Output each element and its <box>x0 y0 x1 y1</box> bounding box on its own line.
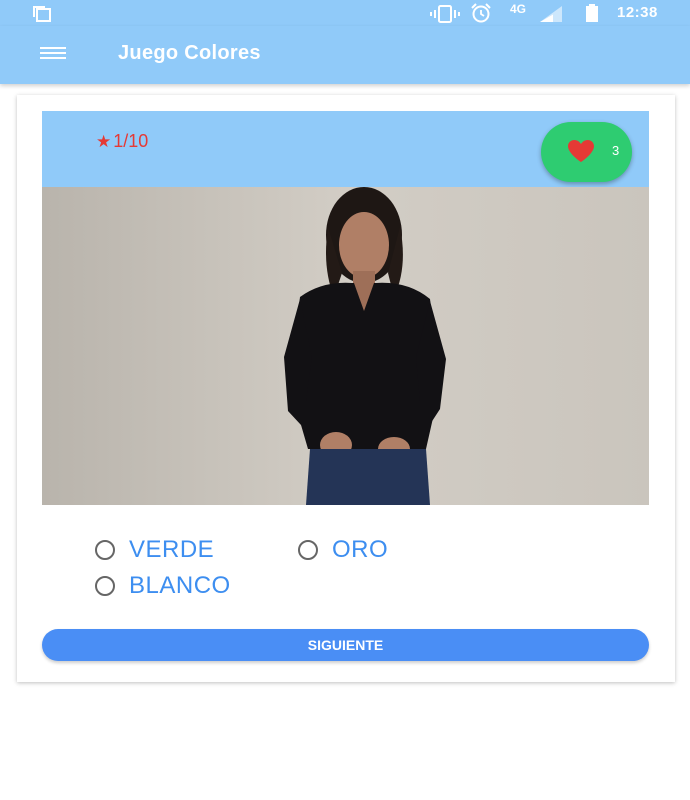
radio-button[interactable] <box>298 540 318 560</box>
vibrate-icon <box>430 5 460 23</box>
clock: 12:38 <box>617 4 658 21</box>
lives-button[interactable]: 3 <box>541 122 632 182</box>
star-icon: ★ <box>96 131 112 151</box>
copy-icon <box>33 6 51 22</box>
option-oro[interactable]: ORO <box>298 536 388 564</box>
alarm-icon <box>471 3 491 23</box>
app-bar: Juego Colores <box>0 26 690 84</box>
signal-icon <box>540 6 562 22</box>
option-label: ORO <box>332 536 389 563</box>
battery-icon <box>586 4 598 22</box>
sign-video[interactable] <box>42 187 649 505</box>
card-header: ★ 1/10 3 <box>42 111 649 187</box>
radio-button[interactable] <box>95 576 115 596</box>
option-blanco[interactable]: BLANCO <box>95 572 231 600</box>
signer-illustration <box>42 187 649 505</box>
heart-icon <box>568 140 594 162</box>
app-title: Juego Colores <box>118 42 261 64</box>
network-type: 4G <box>510 2 527 16</box>
progress-indicator: ★ 1/10 <box>96 131 148 152</box>
option-label: BLANCO <box>129 572 231 599</box>
status-bar: 4G 12:38 <box>0 0 690 26</box>
progress-text: 1/10 <box>113 131 149 151</box>
menu-icon[interactable] <box>40 47 66 63</box>
option-verde[interactable]: VERDE <box>95 536 214 564</box>
game-card: ★ 1/10 3 VERDE ORO BLANCO SIGUIENTE <box>17 95 675 682</box>
lives-count: 3 <box>612 143 620 158</box>
next-button[interactable]: SIGUIENTE <box>42 629 649 661</box>
radio-button[interactable] <box>95 540 115 560</box>
option-label: VERDE <box>129 536 215 563</box>
